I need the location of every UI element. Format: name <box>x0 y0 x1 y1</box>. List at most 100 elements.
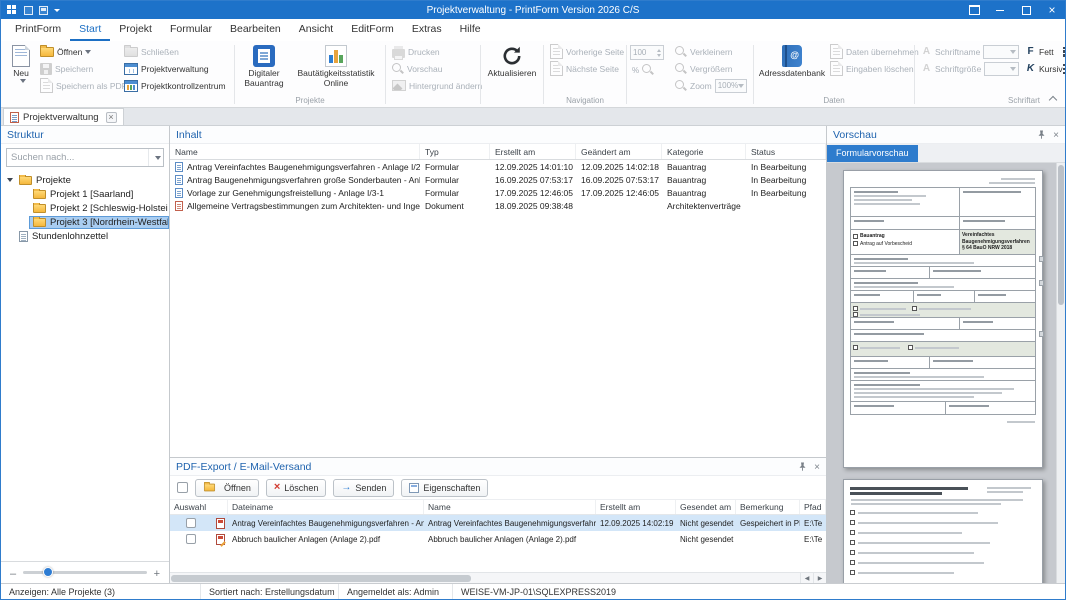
print-button[interactable]: Drucken <box>389 43 477 60</box>
open-pdf-button[interactable]: Öffnen <box>195 479 259 497</box>
close-project-button[interactable]: Schließen <box>121 43 231 60</box>
expander-icon[interactable] <box>5 178 15 182</box>
vertical-scrollbar[interactable] <box>1056 163 1065 583</box>
table-row[interactable]: Allgemeine Vertragsbestimmungen zum Arch… <box>170 199 826 212</box>
column-header-geaendert[interactable]: Geändert am <box>576 144 662 159</box>
table-row[interactable]: Antrag Vereinfachtes Baugenehmigungsverf… <box>170 160 826 173</box>
next-page-button[interactable]: Nächste Seite <box>547 60 623 77</box>
search-input[interactable] <box>7 152 148 163</box>
properties-button[interactable]: Eigenschaften <box>401 479 488 497</box>
font-size-combo[interactable]: ASchriftgröße <box>918 60 1022 77</box>
scroll-left-icon[interactable] <box>800 573 813 583</box>
bold-button[interactable]: FFett <box>1022 43 1060 60</box>
menu-tab-start[interactable]: Start <box>70 20 110 41</box>
tree-node-projekt-2[interactable]: Projekt 2 [Schleswig-Holstein] <box>1 201 169 215</box>
minimize-button[interactable] <box>987 1 1013 19</box>
save-button[interactable]: Speichern <box>37 60 121 77</box>
tree-node-projekt-1[interactable]: Projekt 1 [Saarland] <box>1 187 169 201</box>
vorschau-header: Vorschau <box>827 126 1065 144</box>
zoom-factor-spinner[interactable]: 100 % <box>630 43 672 76</box>
column-header-status[interactable]: Status <box>746 144 826 159</box>
qat-dropdown-icon[interactable] <box>54 9 60 12</box>
zoom-combo[interactable]: Zoom100% <box>672 77 750 94</box>
qat-grid-icon[interactable] <box>24 6 33 15</box>
maximize-button[interactable] <box>1013 1 1039 19</box>
qat-save-icon[interactable] <box>39 6 48 15</box>
column-header-dateiname[interactable]: Dateiname <box>228 500 424 514</box>
zoom-in-button[interactable]: Vergrößern <box>672 60 750 77</box>
zoom-magnifier-icon <box>642 64 654 76</box>
tab-formularvorschau[interactable]: Formularvorschau <box>827 145 918 162</box>
row-checkbox[interactable] <box>186 534 196 544</box>
address-database-button[interactable]: Adressdatenbank <box>757 43 827 79</box>
close-button[interactable] <box>1039 1 1065 19</box>
zoom-out-button[interactable]: Verkleinern <box>672 43 750 60</box>
scroll-right-icon[interactable] <box>813 573 826 583</box>
italic-button[interactable]: KKursiv <box>1022 60 1060 77</box>
table-row[interactable]: Vorlage zur Genehmigungsfreistellung - A… <box>170 186 826 199</box>
panel-close-icon[interactable] <box>1053 129 1059 141</box>
ribbon-options-button[interactable] <box>961 1 987 19</box>
preview-button[interactable]: Vorschau <box>389 60 477 77</box>
column-header-typ[interactable]: Typ <box>420 144 490 159</box>
font-name-combo[interactable]: ASchriftname <box>918 43 1022 60</box>
menu-tab-editform[interactable]: EditForm <box>342 20 403 41</box>
align-right-button[interactable]: Rechtsbündig <box>1060 60 1065 77</box>
column-header-kategorie[interactable]: Kategorie <box>662 144 746 159</box>
column-header-auswahl[interactable]: Auswahl <box>170 500 228 514</box>
align-left-button[interactable]: Linksbündig <box>1060 43 1065 60</box>
menu-tab-ansicht[interactable]: Ansicht <box>290 20 342 41</box>
search-dropdown-button[interactable] <box>148 149 163 166</box>
scrollbar-thumb[interactable] <box>1058 165 1064 305</box>
pin-icon[interactable] <box>1037 130 1046 139</box>
pdf-row-selected[interactable]: Antrag Vereinfachtes Baugenehmigungsverf… <box>170 515 826 531</box>
tree-node-projekt-3-selected[interactable]: Projekt 3 [Nordrhein-Westfalen] <box>1 215 169 229</box>
panel-close-icon[interactable] <box>814 461 820 473</box>
tab-projektverwaltung[interactable]: Projektverwaltung <box>3 108 124 125</box>
spin-down-icon[interactable] <box>657 54 661 57</box>
menu-tab-printform[interactable]: PrintForm <box>6 20 70 41</box>
clear-inputs-button[interactable]: Eingaben löschen <box>827 60 911 77</box>
row-checkbox[interactable] <box>186 518 196 528</box>
pin-icon[interactable] <box>798 462 807 471</box>
tab-close-icon[interactable] <box>106 112 117 123</box>
menu-tab-extras[interactable]: Extras <box>403 20 451 41</box>
zoom-minus-icon[interactable] <box>10 564 16 582</box>
menu-tab-hilfe[interactable]: Hilfe <box>451 20 490 41</box>
projektverwaltung-button[interactable]: Projektverwaltung <box>121 60 231 77</box>
select-all-checkbox[interactable] <box>177 482 188 493</box>
table-row[interactable]: Antrag Baugenehmigungsverfahren große So… <box>170 173 826 186</box>
delete-pdf-button[interactable]: Löschen <box>266 479 326 497</box>
zoom-slider-thumb[interactable] <box>43 567 53 577</box>
save-as-pdf-button[interactable]: Speichern als PDF <box>37 77 121 94</box>
send-pdf-button[interactable]: Senden <box>333 479 394 497</box>
menu-tab-projekt[interactable]: Projekt <box>110 20 161 41</box>
column-header-bemerkung[interactable]: Bemerkung <box>736 500 800 514</box>
refresh-button[interactable]: Aktualisieren <box>484 43 540 79</box>
pdf-row[interactable]: Abbruch baulicher Anlagen (Anlage 2).pdf… <box>170 531 826 547</box>
column-header-erstellt[interactable]: Erstellt am <box>596 500 676 514</box>
column-header-pfad[interactable]: Pfad <box>800 500 826 514</box>
scrollbar-thumb[interactable] <box>171 575 471 582</box>
zoom-slider[interactable] <box>23 571 146 574</box>
spin-up-icon[interactable] <box>657 49 661 52</box>
zoom-plus-icon[interactable] <box>154 564 160 582</box>
ribbon-collapse-button[interactable] <box>1050 94 1058 102</box>
new-button[interactable]: Neu <box>5 43 37 83</box>
horizontal-scrollbar[interactable] <box>170 572 826 583</box>
change-background-button[interactable]: Hintergrund ändern <box>389 77 477 94</box>
column-header-name[interactable]: Name <box>170 144 420 159</box>
column-header-name[interactable]: Name <box>424 500 596 514</box>
menu-tab-bearbeiten[interactable]: Bearbeiten <box>221 20 290 41</box>
bautaetigkeitsstatistik-button[interactable]: Bautätigkeitsstatistik Online <box>290 43 382 89</box>
tree-node-projekte[interactable]: Projekte <box>1 173 169 187</box>
projektkontrollzentrum-button[interactable]: Projektkontrollzentrum <box>121 77 231 94</box>
column-header-gesendet[interactable]: Gesendet am <box>676 500 736 514</box>
previous-page-button[interactable]: Vorherige Seite <box>547 43 623 60</box>
column-header-erstellt[interactable]: Erstellt am <box>490 144 576 159</box>
open-button[interactable]: Öffnen <box>37 43 121 60</box>
menu-tab-formular[interactable]: Formular <box>161 20 221 41</box>
digitaler-bauantrag-button[interactable]: Digitaler Bauantrag <box>238 43 290 89</box>
tree-node-stundenlohnzettel[interactable]: Stundenlohnzettel <box>1 229 169 243</box>
apply-data-button[interactable]: Daten übernehmen <box>827 43 911 60</box>
